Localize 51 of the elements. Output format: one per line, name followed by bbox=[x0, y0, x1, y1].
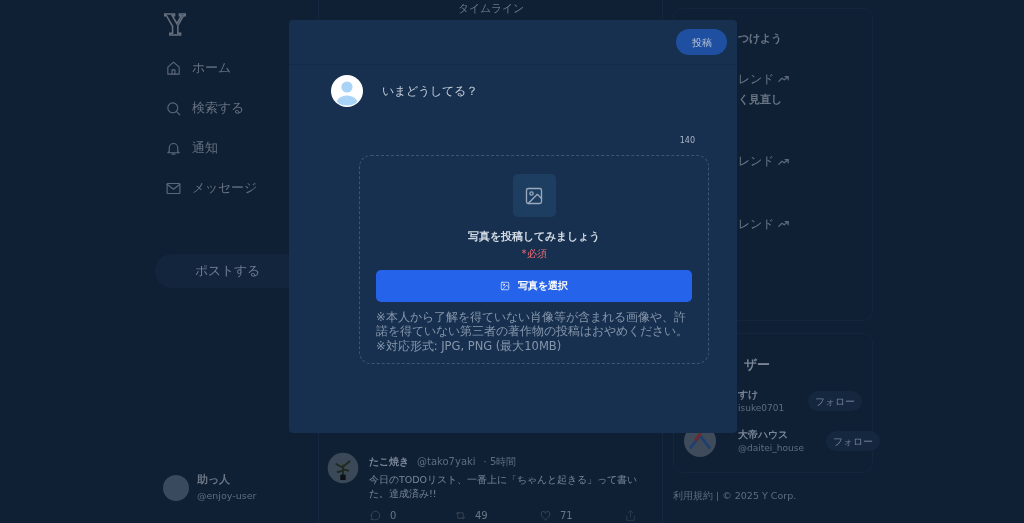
nav-item[interactable]: メッセージ bbox=[165, 168, 318, 208]
select-photo-button[interactable]: 写真を選択 bbox=[376, 269, 692, 302]
upload-dropzone[interactable]: 写真を投稿してみましょう *必須 写真を選択 ※本人から了解を得ていない肖像等が含まれる画像や、許諾を得ていない第三者の著作物の投稿はおやめください。 ※対応形式: JPG, PNG (最大10MB) bbox=[359, 155, 709, 364]
upload-title: 写真を投稿してみましょう bbox=[468, 229, 600, 244]
image-icon bbox=[500, 280, 510, 291]
section-title: つけよう bbox=[738, 31, 783, 47]
user-handle: @enjoy-user bbox=[197, 488, 257, 503]
author-name: たこ焼き bbox=[369, 455, 409, 469]
nav-item[interactable]: ホーム bbox=[165, 48, 318, 88]
logo[interactable]: Y bbox=[165, 12, 185, 40]
user-handle: isuke0701 bbox=[738, 401, 786, 415]
share-button[interactable] bbox=[624, 507, 637, 523]
like-button[interactable]: 71 bbox=[539, 507, 624, 523]
trend-label: レンド bbox=[738, 215, 774, 233]
post-time: · 5時間 bbox=[483, 455, 517, 469]
repost-button[interactable]: 49 bbox=[454, 507, 539, 523]
home-icon bbox=[165, 59, 182, 77]
timeline-title: タイムライン bbox=[456, 1, 525, 17]
trend-label: レンド bbox=[738, 70, 774, 88]
trending-icon bbox=[778, 157, 789, 166]
user-avatar-icon bbox=[331, 75, 363, 107]
trend-label: レンド bbox=[738, 153, 774, 171]
avatar bbox=[163, 474, 189, 501]
user-name: 助っ人 bbox=[197, 472, 231, 489]
follow-button[interactable]: フォロー bbox=[808, 391, 862, 411]
like-icon bbox=[539, 508, 552, 522]
user-name: すけ bbox=[738, 387, 759, 402]
author-handle: @tako7yaki bbox=[417, 455, 476, 469]
user-handle: @daitei_house bbox=[738, 442, 804, 455]
trending-icon bbox=[778, 75, 789, 84]
notice-text: ※対応形式: JPG, PNG (最大10MB) bbox=[376, 338, 563, 353]
footer-text: 利用規約 | © 2025 Y Corp. bbox=[673, 489, 798, 503]
post-text: 今日のTODOリスト、一番上に「ちゃんと起きる」って書いた。達成済み!! bbox=[369, 473, 639, 502]
nav-item[interactable]: 検索する bbox=[165, 88, 318, 128]
trend-topic: く見直し bbox=[738, 91, 783, 108]
image-icon bbox=[524, 185, 544, 206]
follow-button[interactable]: フォロー bbox=[825, 431, 880, 452]
notice-text: ※本人から了解を得ていない肖像等が含まれる画像や、許諾を得ていない第三者の著作物の投稿はおやめください。 bbox=[376, 309, 689, 339]
character-counter: 140 bbox=[679, 135, 696, 147]
search-icon bbox=[165, 99, 182, 117]
trending-icon bbox=[778, 220, 789, 229]
nav-item[interactable]: 通知 bbox=[165, 128, 318, 168]
reply-icon bbox=[369, 508, 382, 522]
post-text-field[interactable]: いまどうしてる？ bbox=[380, 81, 680, 101]
plant-avatar-icon bbox=[327, 452, 359, 484]
share-icon bbox=[624, 509, 637, 522]
reply-button[interactable]: 0 bbox=[369, 507, 454, 523]
section-title: ザー bbox=[744, 356, 771, 374]
post-button[interactable]: 投稿 bbox=[676, 29, 727, 55]
user-name: 大帝ハウス bbox=[738, 428, 789, 442]
required-label: *必須 bbox=[521, 246, 547, 261]
